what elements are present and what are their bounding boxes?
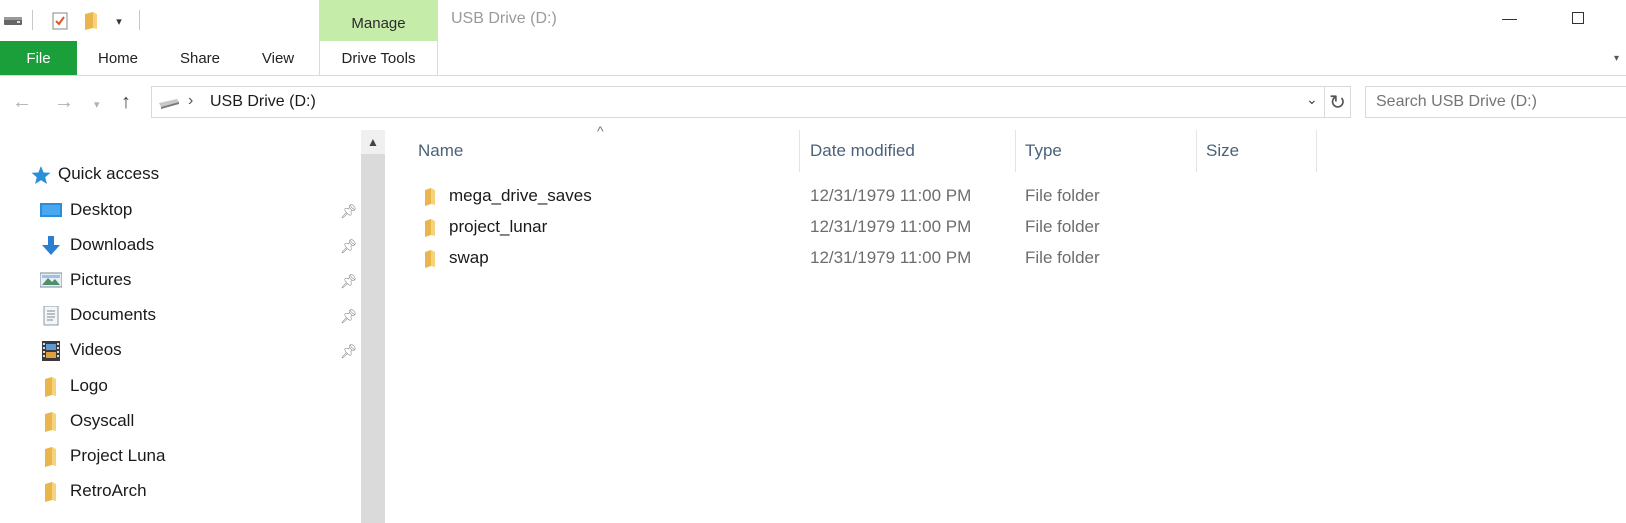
videos-icon <box>40 341 62 361</box>
file-date-modified: 12/31/1979 11:00 PM <box>810 248 972 267</box>
sidebar-item-logo[interactable]: Logo <box>40 371 360 401</box>
minimize-button[interactable] <box>1492 8 1532 32</box>
pin-icon[interactable]: 📌︎ <box>340 273 358 290</box>
sidebar-item-label: Videos <box>70 340 122 359</box>
pin-icon[interactable]: 📌︎ <box>340 308 358 325</box>
column-header-date-modified[interactable]: Date modified <box>800 130 1016 172</box>
sidebar-item-label: Logo <box>70 376 108 395</box>
pin-icon[interactable]: 📌︎ <box>340 238 358 255</box>
recent-locations-chevron-icon[interactable]: ▾ <box>94 98 100 111</box>
navigation-pane: Quick access Desktop 📌︎ Downloads 📌︎ Pic… <box>0 130 361 523</box>
file-type: File folder <box>1025 186 1100 205</box>
chevron-down-icon[interactable]: ▾ <box>1614 53 1619 64</box>
column-header-size[interactable]: Size <box>1197 130 1317 172</box>
search-box[interactable] <box>1365 86 1626 118</box>
tab-drive-tools[interactable]: Drive Tools <box>319 41 438 75</box>
tab-share[interactable]: Share <box>170 41 230 75</box>
file-date-modified: 12/31/1979 11:00 PM <box>810 217 972 236</box>
folder-icon <box>422 219 438 237</box>
back-arrow-icon[interactable]: ← <box>12 91 32 114</box>
folder-icon <box>422 188 438 206</box>
breadcrumb-chevron-icon[interactable]: › <box>188 92 193 110</box>
file-name: mega_drive_saves <box>449 186 592 205</box>
sidebar-item-videos[interactable]: Videos 📌︎ <box>40 335 360 365</box>
toolbar-separator <box>139 10 140 30</box>
tab-manage[interactable]: Manage <box>319 0 438 41</box>
tab-home[interactable]: Home <box>88 41 148 75</box>
folder-icon <box>40 447 62 467</box>
scroll-up-arrow-icon[interactable]: ▲ <box>361 130 385 154</box>
sidebar-item-label: Pictures <box>70 270 132 289</box>
desktop-icon <box>40 201 62 221</box>
table-row[interactable]: mega_drive_saves 12/31/1979 11:00 PM Fil… <box>385 182 1385 212</box>
table-row[interactable]: project_lunar 12/31/1979 11:00 PM File f… <box>385 213 1385 243</box>
sidebar-item-retroarch[interactable]: RetroArch <box>40 476 360 506</box>
folder-icon <box>40 377 62 397</box>
file-list: ^ Name Date modified Type Size mega_driv… <box>385 123 1626 523</box>
drive-icon <box>158 96 180 110</box>
downloads-icon <box>40 236 62 256</box>
navigation-bar: ← → ▾ ↑ › USB Drive (D:) ⌄ ↻ <box>0 78 1626 126</box>
file-name: swap <box>449 248 489 267</box>
chevron-down-icon[interactable]: ⌄ <box>1306 91 1318 108</box>
scrollbar[interactable]: ▲ <box>361 130 385 523</box>
file-type: File folder <box>1025 248 1100 267</box>
sidebar-item-documents[interactable]: Documents 📌︎ <box>40 300 360 330</box>
column-header-name[interactable]: Name <box>385 130 800 172</box>
sidebar-item-downloads[interactable]: Downloads 📌︎ <box>40 230 360 260</box>
forward-arrow-icon[interactable]: → <box>54 91 74 114</box>
pin-icon[interactable]: 📌︎ <box>340 203 358 220</box>
sidebar-item-label: RetroArch <box>70 481 147 500</box>
column-header-type[interactable]: Type <box>1016 130 1197 172</box>
properties-check-icon[interactable] <box>51 12 69 30</box>
file-date-modified: 12/31/1979 11:00 PM <box>810 186 972 205</box>
sidebar-item-label: Osyscall <box>70 411 135 430</box>
breadcrumb-path[interactable]: USB Drive (D:) <box>210 93 316 111</box>
sidebar-item-label: Desktop <box>70 200 133 219</box>
file-name: project_lunar <box>449 217 548 236</box>
folder-icon <box>40 412 62 432</box>
tab-view[interactable]: View <box>250 41 306 75</box>
sidebar-item-label: Project Luna <box>70 446 166 465</box>
ribbon-tabs: File Home Share View Drive Tools ▾ <box>0 41 1626 76</box>
pin-icon[interactable]: 📌︎ <box>340 343 358 360</box>
sidebar-item-project-luna[interactable]: Project Luna <box>40 441 360 471</box>
sidebar-item-quick-access[interactable]: Quick access <box>30 159 350 189</box>
folder-icon <box>422 250 438 268</box>
window-title: USB Drive (D:) <box>451 10 557 27</box>
toolbar-separator <box>32 10 33 30</box>
table-row[interactable]: swap 12/31/1979 11:00 PM File folder <box>385 244 1385 274</box>
star-icon <box>30 165 52 185</box>
title-bar: ▾ Manage USB Drive (D:) <box>0 0 1626 41</box>
search-input[interactable] <box>1376 93 1616 111</box>
pictures-icon <box>39 271 63 291</box>
sidebar-item-label: Downloads <box>70 235 155 254</box>
refresh-icon[interactable]: ↻ <box>1325 86 1351 118</box>
customize-dropdown-icon[interactable]: ▾ <box>110 12 128 30</box>
address-bar[interactable]: › USB Drive (D:) ⌄ <box>151 86 1325 118</box>
sidebar-item-desktop[interactable]: Desktop 📌︎ <box>40 195 360 225</box>
sidebar-item-label: Quick access <box>58 164 160 183</box>
folder-icon <box>40 482 62 502</box>
up-arrow-icon[interactable]: ↑ <box>121 91 131 114</box>
new-folder-icon[interactable] <box>82 12 100 30</box>
tab-file[interactable]: File <box>0 41 77 75</box>
sidebar-item-osyscall[interactable]: Osyscall <box>40 406 360 436</box>
file-type: File folder <box>1025 217 1100 236</box>
drive-icon[interactable] <box>4 12 22 30</box>
maximize-button[interactable] <box>1560 8 1600 32</box>
sidebar-item-pictures[interactable]: Pictures 📌︎ <box>39 265 360 295</box>
documents-icon <box>40 305 62 326</box>
sidebar-item-label: Documents <box>70 305 156 324</box>
